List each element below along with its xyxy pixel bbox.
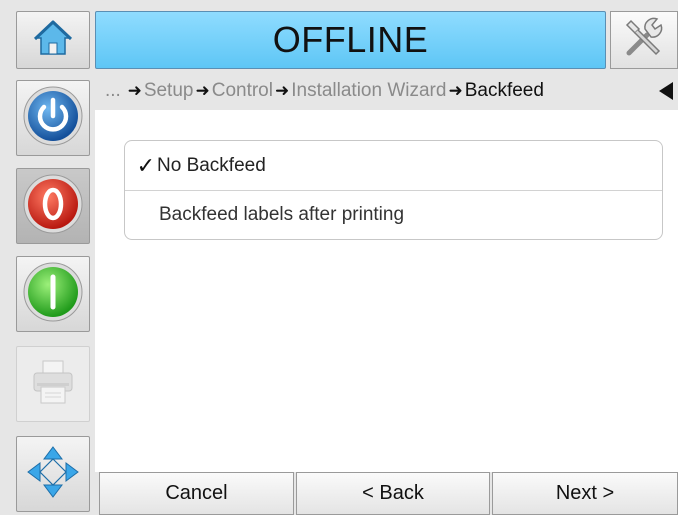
back-button[interactable]: < Back — [296, 472, 490, 515]
navigate-icon — [25, 444, 81, 505]
check-icon: ✓ — [136, 152, 155, 178]
next-button[interactable]: Next > — [492, 472, 678, 515]
breadcrumb-arrow-icon: ➜ — [274, 81, 290, 100]
start-button[interactable] — [16, 256, 90, 332]
breadcrumb-item-setup[interactable]: Setup — [144, 80, 194, 102]
status-title: OFFLINE — [272, 19, 429, 60]
status-title-bar: OFFLINE — [95, 11, 606, 69]
breadcrumb: ... ➜ Setup ➜ Control ➜ Installation Wiz… — [95, 72, 678, 110]
breadcrumb-arrow-icon: ➜ — [448, 81, 463, 100]
home-button[interactable] — [16, 11, 90, 69]
breadcrumb-ellipsis: ... — [105, 80, 121, 101]
option-label: No Backfeed — [157, 154, 266, 176]
breadcrumb-item-installation-wizard[interactable]: Installation Wizard — [291, 80, 446, 102]
breadcrumb-item-control[interactable]: Control — [212, 80, 273, 102]
home-icon — [33, 18, 73, 63]
hmi-screen: OFFLINE ... ➜ Setup ➜ Control ➜ Installa… — [0, 0, 678, 515]
navigate-button[interactable] — [16, 436, 90, 512]
backfeed-option-list: ✓ No Backfeed Backfeed labels after prin… — [124, 140, 663, 240]
start-icon — [22, 261, 84, 328]
tools-icon — [621, 15, 667, 66]
breadcrumb-item-backfeed: Backfeed — [464, 80, 544, 101]
printer-icon — [31, 357, 75, 412]
power-button[interactable] — [16, 80, 90, 156]
content-panel: ✓ No Backfeed Backfeed labels after prin… — [95, 110, 678, 472]
collapse-left-icon[interactable] — [654, 78, 678, 104]
cancel-button[interactable]: Cancel — [99, 472, 294, 515]
option-label: Backfeed labels after printing — [159, 204, 405, 225]
breadcrumb-arrow-icon: ➜ — [195, 81, 210, 100]
footer-bar: Cancel < Back Next > — [95, 472, 678, 515]
power-icon — [22, 85, 84, 152]
printer-button[interactable] — [16, 346, 90, 422]
option-backfeed-after-printing[interactable]: Backfeed labels after printing — [125, 190, 662, 239]
breadcrumb-arrow-icon: ➜ — [122, 81, 142, 100]
tools-button[interactable] — [610, 11, 678, 69]
option-no-backfeed[interactable]: ✓ No Backfeed — [125, 141, 662, 190]
stop-icon — [22, 173, 84, 240]
stop-button[interactable] — [16, 168, 90, 244]
